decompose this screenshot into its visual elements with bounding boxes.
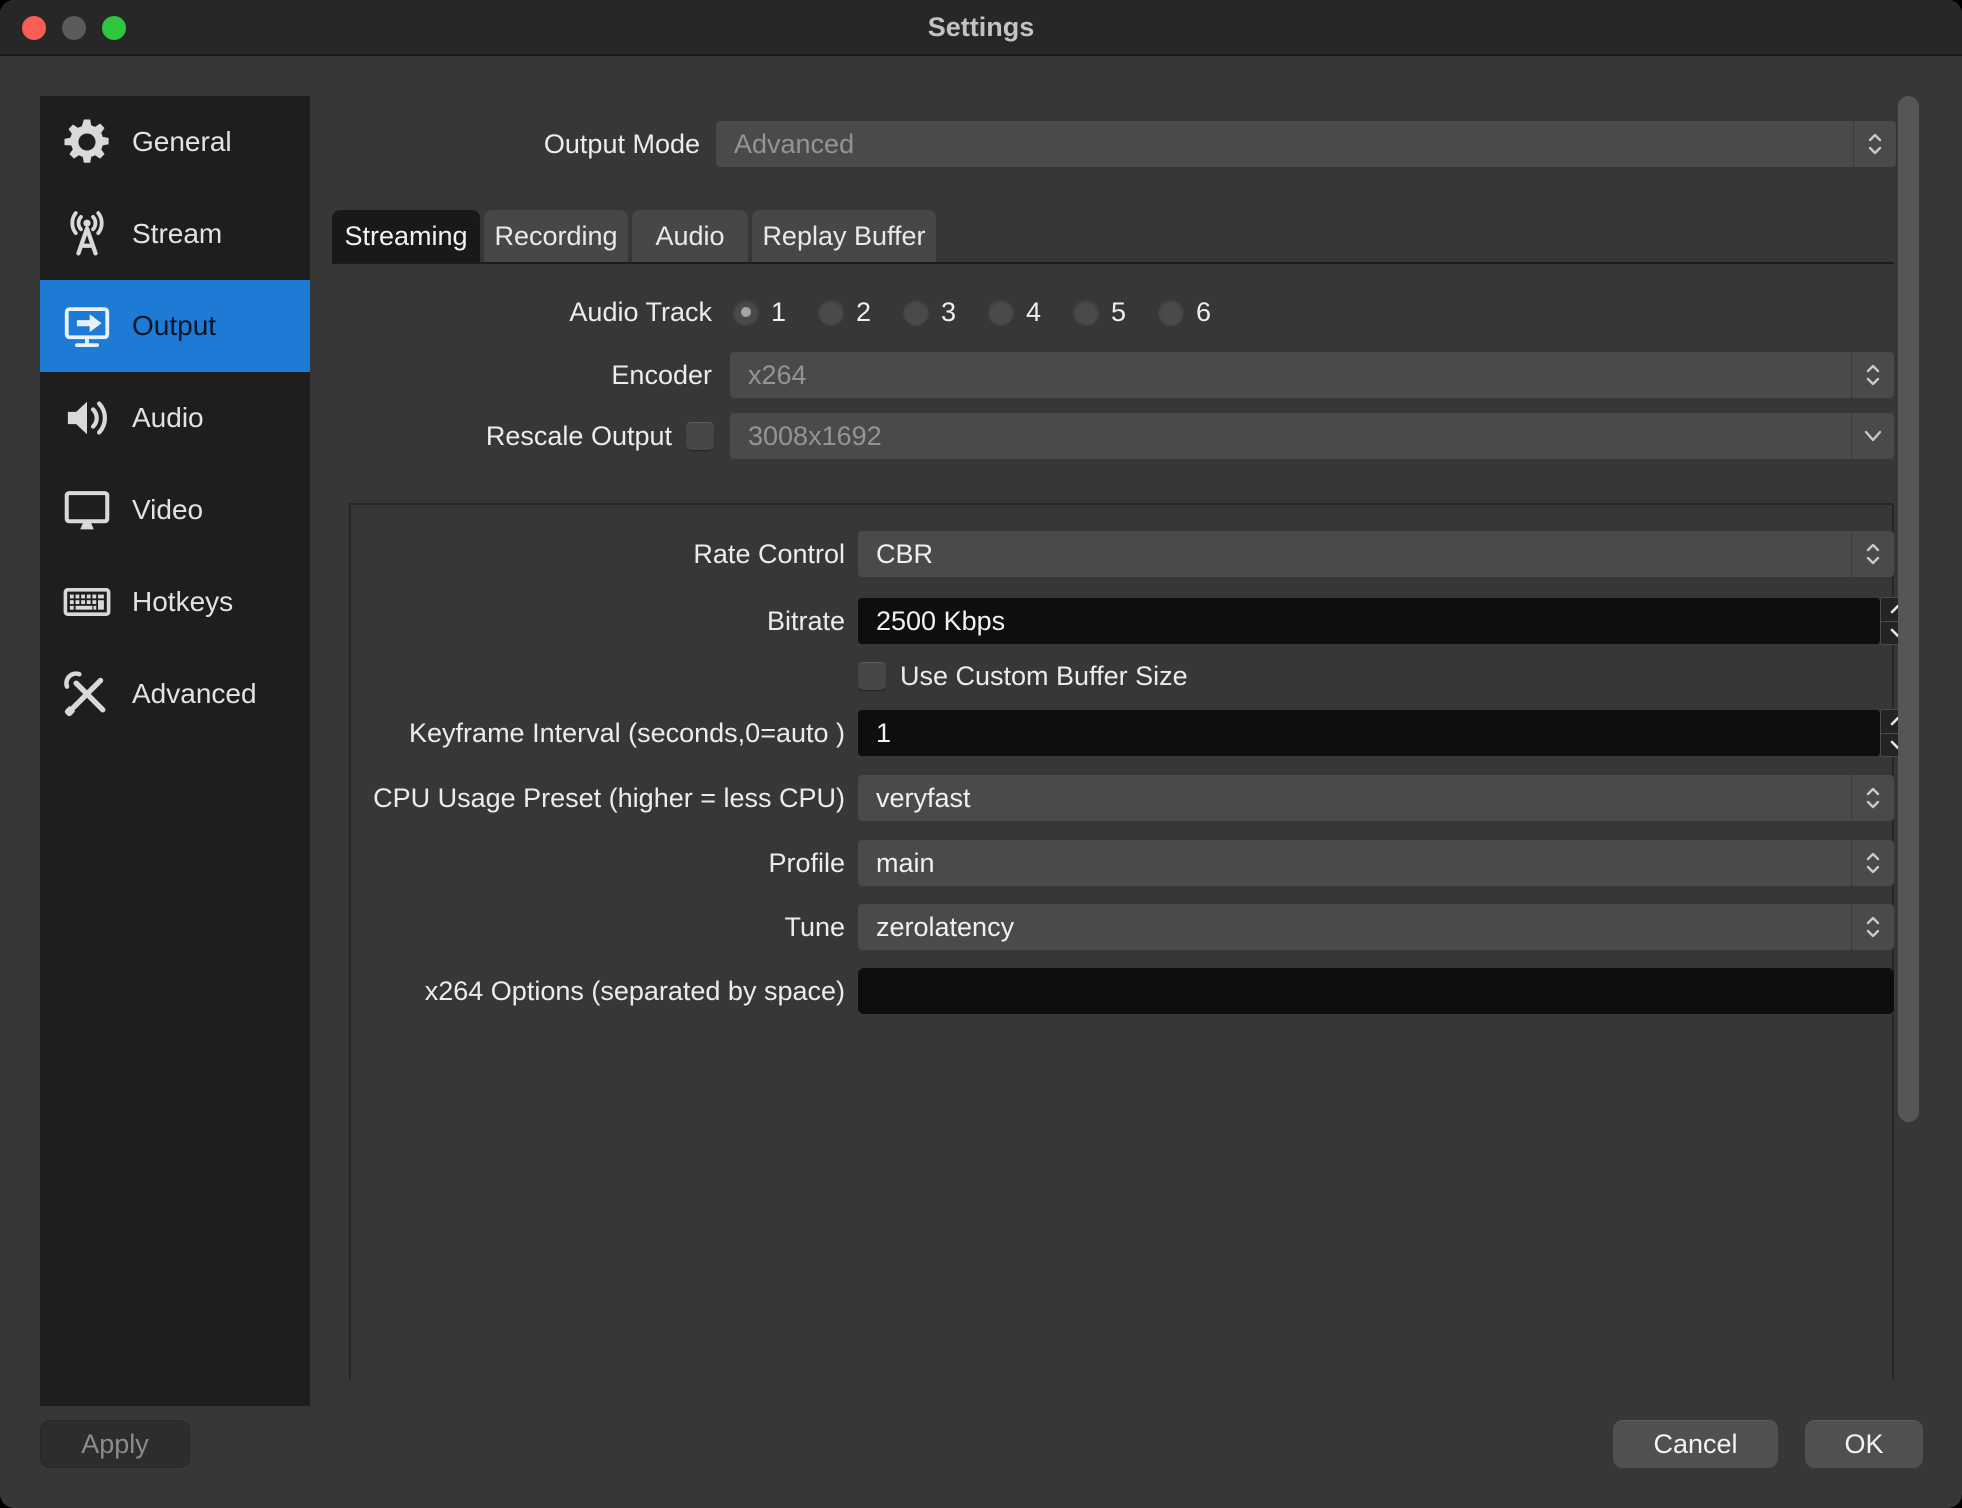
tab-replay-buffer[interactable]: Replay Buffer (752, 210, 936, 262)
audio-track-option-2[interactable]: 2 (818, 297, 903, 328)
radio-label: 6 (1196, 297, 1211, 328)
stepper-arrows-icon (1851, 840, 1894, 886)
cpu-preset-label: CPU Usage Preset (higher = less CPU) (360, 775, 845, 821)
rescale-output-label: Rescale Output (330, 413, 672, 459)
rescale-output-combobox[interactable]: 3008x1692 (730, 413, 1894, 459)
radio[interactable] (1158, 299, 1184, 325)
output-mode-value: Advanced (716, 129, 1853, 160)
stepper-arrows-icon (1851, 775, 1894, 821)
cpu-preset-select[interactable]: veryfast (858, 775, 1894, 821)
gear-icon (56, 115, 118, 169)
audio-track-option-4[interactable]: 4 (988, 297, 1073, 328)
keyboard-icon (56, 575, 118, 629)
sidebar-label-output: Output (132, 310, 216, 342)
titlebar: Settings (0, 0, 1962, 56)
audio-track-label: Audio Track (330, 289, 712, 335)
radio[interactable] (818, 299, 844, 325)
audio-track-option-3[interactable]: 3 (903, 297, 988, 328)
settings-sidebar: General Stream Output (40, 96, 310, 1406)
speaker-icon (56, 391, 118, 445)
encoder-label: Encoder (330, 352, 712, 398)
sidebar-item-general[interactable]: General (40, 96, 310, 188)
monitor-icon (56, 483, 118, 537)
sidebar-label-audio: Audio (132, 402, 204, 434)
vertical-scrollbar[interactable] (1898, 96, 1919, 1122)
cancel-button[interactable]: Cancel (1613, 1420, 1778, 1468)
rate-control-value: CBR (858, 539, 1851, 570)
sidebar-item-hotkeys[interactable]: Hotkeys (40, 556, 310, 648)
radio-label: 1 (771, 297, 786, 328)
output-mode-label: Output Mode (330, 121, 700, 167)
sidebar-label-hotkeys: Hotkeys (132, 586, 233, 618)
settings-window: Settings General Stream (0, 0, 1962, 1508)
tabbar-underline (332, 262, 1894, 264)
rate-control-select[interactable]: CBR (858, 531, 1894, 577)
output-mode-select[interactable]: Advanced (716, 121, 1896, 167)
radio[interactable] (1073, 299, 1099, 325)
stepper-arrows-icon (1851, 904, 1894, 950)
keyframe-interval-value: 1 (858, 718, 891, 749)
chevron-down-icon (1851, 413, 1894, 459)
ok-button[interactable]: OK (1805, 1420, 1923, 1468)
tab-streaming[interactable]: Streaming (332, 210, 480, 262)
radio-label: 4 (1026, 297, 1041, 328)
sidebar-label-stream: Stream (132, 218, 222, 250)
tune-select[interactable]: zerolatency (858, 904, 1894, 950)
radio-label: 2 (856, 297, 871, 328)
encoder-value: x264 (730, 360, 1851, 391)
sidebar-item-audio[interactable]: Audio (40, 372, 310, 464)
profile-select[interactable]: main (858, 840, 1894, 886)
custom-buffer-label: Use Custom Buffer Size (900, 653, 1500, 699)
profile-value: main (858, 848, 1851, 879)
radio-selected[interactable] (733, 299, 759, 325)
radio-label: 3 (941, 297, 956, 328)
x264-options-input[interactable] (858, 968, 1894, 1014)
keyframe-interval-input[interactable]: 1 (858, 710, 1880, 756)
sidebar-item-stream[interactable]: Stream (40, 188, 310, 280)
custom-buffer-checkbox[interactable] (858, 662, 886, 690)
stepper-arrows-icon (1853, 121, 1896, 167)
bitrate-value: 2500 Kbps (858, 606, 1005, 637)
encoder-select[interactable]: x264 (730, 352, 1894, 398)
rescale-output-value: 3008x1692 (730, 421, 1851, 452)
audio-track-option-6[interactable]: 6 (1158, 297, 1243, 328)
radio-label: 5 (1111, 297, 1126, 328)
tune-value: zerolatency (858, 912, 1851, 943)
apply-button[interactable]: Apply (40, 1420, 190, 1468)
x264-options-label: x264 Options (separated by space) (330, 968, 845, 1014)
sidebar-item-advanced[interactable]: Advanced (40, 648, 310, 740)
sidebar-label-general: General (132, 126, 232, 158)
broadcast-antenna-icon (56, 207, 118, 261)
rate-control-label: Rate Control (360, 531, 845, 577)
tune-label: Tune (360, 904, 845, 950)
audio-track-radios: 1 2 3 4 5 6 (733, 289, 1243, 335)
bitrate-input[interactable]: 2500 Kbps (858, 598, 1880, 644)
tab-audio[interactable]: Audio (632, 210, 748, 262)
sidebar-item-video[interactable]: Video (40, 464, 310, 556)
sidebar-item-output[interactable]: Output (40, 280, 310, 372)
cpu-preset-value: veryfast (858, 783, 1851, 814)
audio-track-option-1[interactable]: 1 (733, 297, 818, 328)
radio[interactable] (903, 299, 929, 325)
sidebar-label-advanced: Advanced (132, 678, 257, 710)
window-title: Settings (0, 0, 1962, 56)
audio-track-option-5[interactable]: 5 (1073, 297, 1158, 328)
monitor-arrow-icon (56, 299, 118, 353)
tools-icon (56, 667, 118, 721)
rescale-output-checkbox[interactable] (686, 422, 714, 450)
radio[interactable] (988, 299, 1014, 325)
sidebar-label-video: Video (132, 494, 203, 526)
profile-label: Profile (360, 840, 845, 886)
stepper-arrows-icon (1851, 531, 1894, 577)
keyframe-interval-label: Keyframe Interval (seconds,0=auto ) (360, 710, 845, 756)
bitrate-label: Bitrate (360, 598, 845, 644)
tab-recording[interactable]: Recording (484, 210, 628, 262)
stepper-arrows-icon (1851, 352, 1894, 398)
